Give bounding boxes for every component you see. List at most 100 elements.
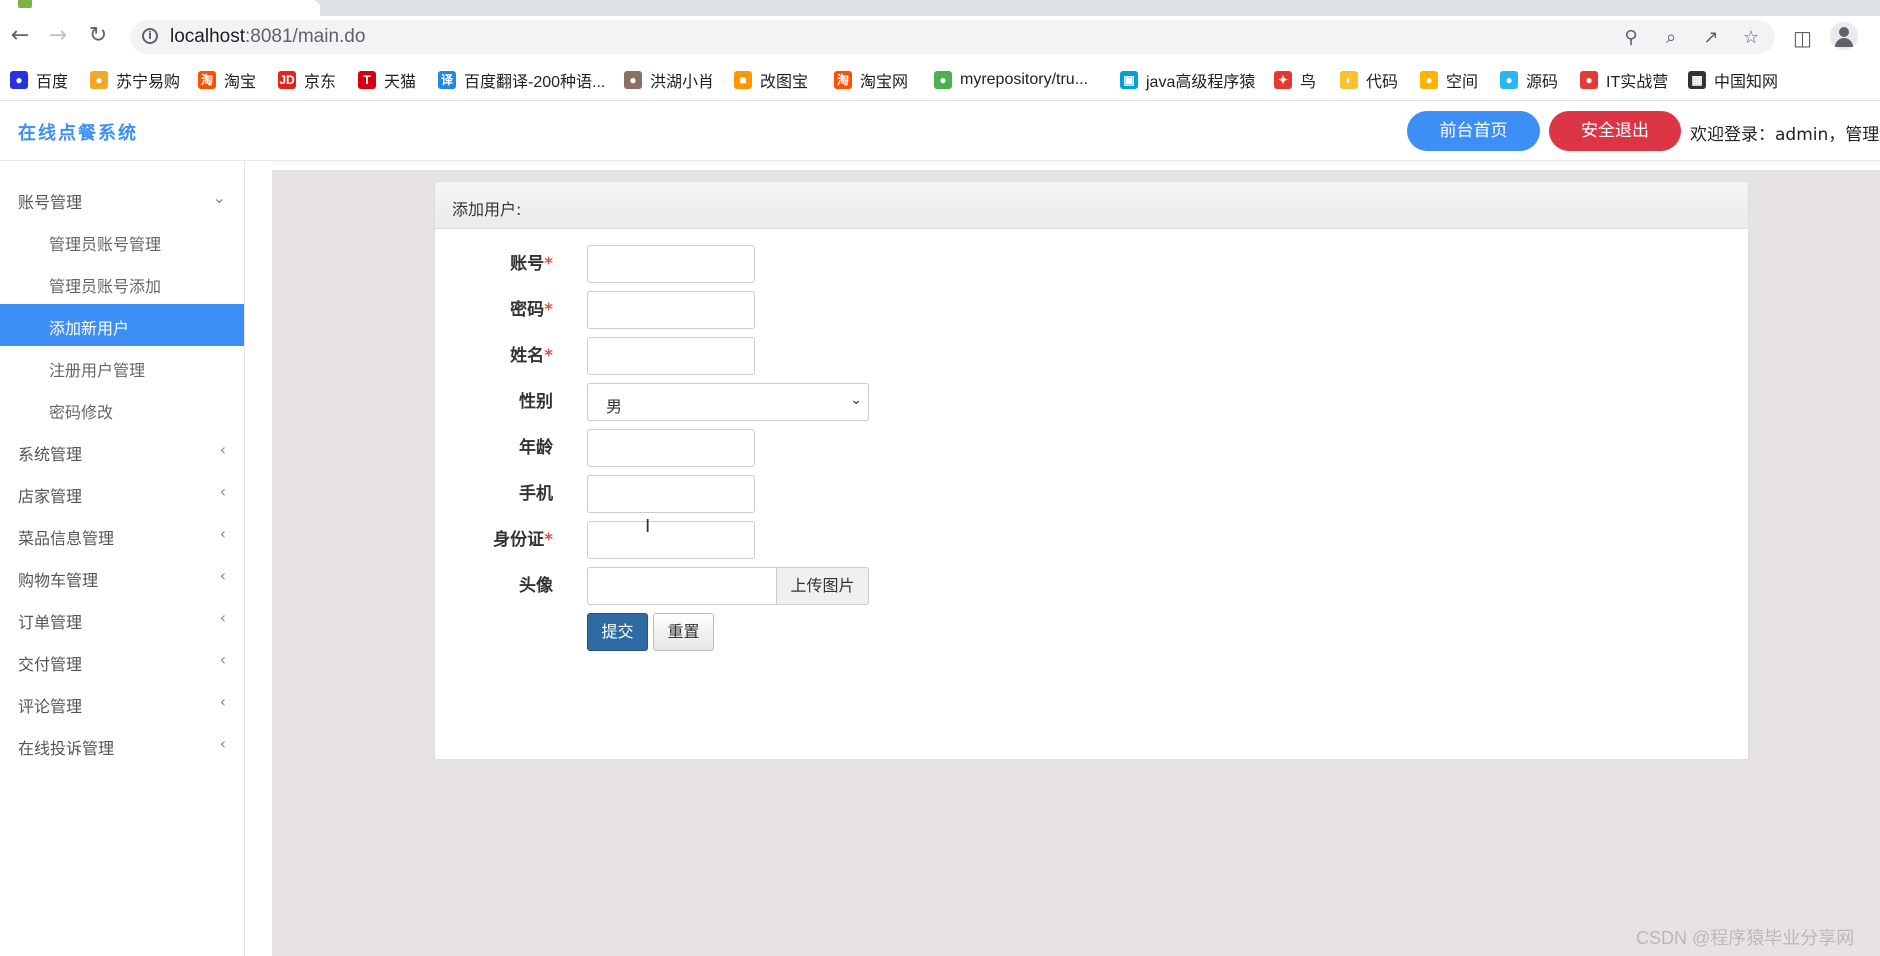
code-icon: ◐ <box>1340 71 1358 89</box>
menu-group-system[interactable]: 系统管理 ‹ <box>0 430 244 472</box>
gender-select[interactable]: 男 ⌄ <box>587 383 869 421</box>
suning-icon: ● <box>90 71 108 89</box>
upload-image-button[interactable]: 上传图片 <box>776 567 869 605</box>
bookmark-item[interactable]: ✦ 鸟 <box>1274 69 1316 91</box>
password-input[interactable] <box>587 291 755 329</box>
chevron-left-icon: ‹ <box>219 440 226 459</box>
gender-value: 男 <box>606 397 623 416</box>
bookmark-item[interactable]: ▦ 中国知网 <box>1688 69 1778 91</box>
panel-title: 添加用户: <box>452 200 522 219</box>
form-row-idcard: 身份证* <box>435 521 1748 561</box>
menu-group-comment[interactable]: 评论管理 ‹ <box>0 682 244 724</box>
favicon-icon <box>18 0 32 8</box>
key-icon[interactable]: ⚲ <box>1620 27 1642 49</box>
bilibili-icon: ▣ <box>1120 71 1138 89</box>
password-label: 密码* <box>510 300 553 320</box>
bookmark-item[interactable]: ● 空间 <box>1420 69 1478 91</box>
avatar-upload: 上传图片 <box>587 567 869 605</box>
text-cursor-icon: I <box>645 516 651 537</box>
chevron-left-icon: ‹ <box>219 482 226 501</box>
back-icon[interactable]: ← <box>6 22 34 50</box>
form-row-avatar: 头像 上传图片 <box>435 567 1748 607</box>
bookmark-item[interactable]: ● 洪湖小肖 <box>624 69 714 91</box>
watermark: CSDN @程序猿毕业分享网 <box>1636 928 1855 948</box>
bookmark-item[interactable]: ● 苏宁易购 <box>90 69 180 91</box>
browser-tab[interactable] <box>0 0 320 16</box>
panel-heading: 添加用户: <box>435 182 1748 229</box>
form-row-gender: 性别 男 ⌄ <box>435 383 1748 423</box>
form-row-age: 年龄 <box>435 429 1748 469</box>
browser-toolbar: ← → ↻ i localhost:8081/main.do ⚲ ⌕ ↗ ☆ ◫ <box>0 16 1880 60</box>
account-input[interactable] <box>587 245 755 283</box>
bird-icon: ✦ <box>1274 71 1292 89</box>
bookmark-item[interactable]: JD 京东 <box>278 69 336 91</box>
bookmark-item[interactable]: ● 源码 <box>1500 69 1558 91</box>
bookmark-item[interactable]: ◐ 代码 <box>1340 69 1398 91</box>
avatar-path-input[interactable] <box>587 567 777 605</box>
chevron-left-icon: ‹ <box>219 566 226 585</box>
phone-input[interactable] <box>587 475 755 513</box>
menu-group-complaint[interactable]: 在线投诉管理 ‹ <box>0 724 244 766</box>
bookmark-item[interactable]: T 天猫 <box>358 69 416 91</box>
form-row-name: 姓名* <box>435 337 1748 377</box>
sidebar-item-password[interactable]: 密码修改 <box>0 388 244 430</box>
brand-title[interactable]: 在线点餐系统 <box>18 119 138 145</box>
menu-group-order[interactable]: 订单管理 ‹ <box>0 598 244 640</box>
reset-button[interactable]: 重置 <box>653 613 714 651</box>
taobao-icon: 淘 <box>834 71 852 89</box>
phone-label: 手机 <box>519 484 553 504</box>
logout-button[interactable]: 安全退出 <box>1549 111 1681 151</box>
profile-avatar-icon[interactable] <box>1830 22 1858 50</box>
menu-group-cart[interactable]: 购物车管理 ‹ <box>0 556 244 598</box>
share-icon[interactable]: ↗ <box>1700 27 1722 49</box>
site-info-icon[interactable]: i <box>142 28 158 44</box>
chevron-left-icon: ‹ <box>219 692 226 711</box>
sidebar-item-user-manage[interactable]: 注册用户管理 <box>0 346 244 388</box>
sidebar-item-admin-add[interactable]: 管理员账号添加 <box>0 262 244 304</box>
bookmark-item[interactable]: ■ 改图宝 <box>734 69 808 91</box>
bookmark-item[interactable]: ● myrepository/tru... <box>934 69 1088 91</box>
bookmark-item[interactable]: 淘淘宝网 <box>834 69 908 91</box>
repo-icon: ● <box>934 71 952 89</box>
gender-label: 性别 <box>519 392 553 412</box>
sidebar-item-admin-manage[interactable]: 管理员账号管理 <box>0 220 244 262</box>
form-row-password: 密码* <box>435 291 1748 331</box>
form-actions: 提交 重置 <box>435 613 1748 653</box>
jd-icon: JD <box>278 71 296 89</box>
bookmark-item[interactable]: ▣ java高级程序猿 <box>1120 69 1255 91</box>
taobao-icon: 淘 <box>198 71 216 89</box>
zoom-icon[interactable]: ⌕ <box>1660 27 1682 49</box>
menu-group-account[interactable]: 账号管理 ⌄ <box>0 178 244 220</box>
bookmark-item[interactable]: 译百度翻译-200种语... <box>438 69 605 91</box>
chevron-left-icon: ‹ <box>219 734 226 753</box>
url-text[interactable]: localhost:8081/main.do <box>170 26 365 48</box>
submit-button[interactable]: 提交 <box>587 613 648 651</box>
avatar-label: 头像 <box>519 576 553 596</box>
menu-group-dish[interactable]: 菜品信息管理 ‹ <box>0 514 244 556</box>
bookmark-item[interactable]: ● IT实战营 <box>1580 69 1668 91</box>
bookmark-item[interactable]: 淘淘宝 <box>198 69 256 91</box>
sidebar-item-add-user[interactable]: 添加新用户 <box>0 304 244 346</box>
image-tool-icon: ■ <box>734 71 752 89</box>
chevron-left-icon: ‹ <box>219 524 226 543</box>
tmall-icon: T <box>358 71 376 89</box>
name-input[interactable] <box>587 337 755 375</box>
forward-icon[interactable]: → <box>44 22 72 50</box>
star-icon[interactable]: ☆ <box>1740 27 1762 49</box>
chevron-left-icon: ‹ <box>219 650 226 669</box>
address-bar[interactable]: i localhost:8081/main.do ⚲ ⌕ ↗ ☆ <box>130 20 1775 54</box>
bookmark-item[interactable]: ● 百度 <box>10 69 68 91</box>
fish-icon: ● <box>1500 71 1518 89</box>
sidepanel-icon[interactable]: ◫ <box>1793 26 1812 50</box>
name-label: 姓名* <box>510 346 553 366</box>
welcome-text: 欢迎登录：admin，管理员 <box>1690 125 1880 145</box>
age-input[interactable] <box>587 429 755 467</box>
menu-group-delivery[interactable]: 交付管理 ‹ <box>0 640 244 682</box>
app-header: 在线点餐系统 前台首页 安全退出 欢迎登录：admin，管理员 <box>0 101 1880 161</box>
home-button[interactable]: 前台首页 <box>1407 111 1540 151</box>
menu-group-store[interactable]: 店家管理 ‹ <box>0 472 244 514</box>
idcard-input[interactable] <box>587 521 755 559</box>
reload-icon[interactable]: ↻ <box>84 22 112 50</box>
cnki-icon: ▦ <box>1688 71 1706 89</box>
translate-icon: 译 <box>438 71 456 89</box>
